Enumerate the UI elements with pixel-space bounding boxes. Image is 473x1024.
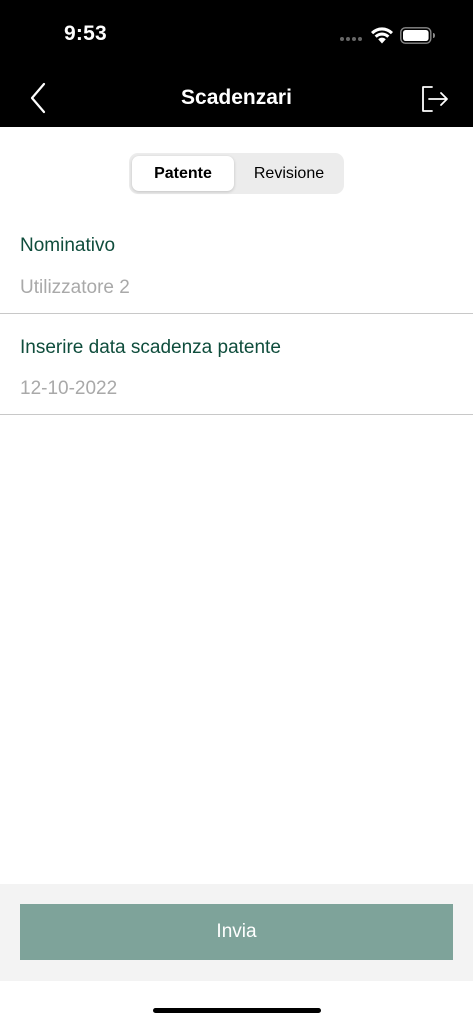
date-field-label: Inserire data scadenza patente xyxy=(20,337,281,358)
battery-icon xyxy=(400,27,435,44)
status-time: 9:53 xyxy=(64,22,107,45)
logout-icon xyxy=(422,86,448,112)
segmented-control: Patente Revisione xyxy=(129,153,344,194)
name-field-label: Nominativo xyxy=(20,235,116,256)
wifi-icon xyxy=(371,27,393,44)
segment-revisione[interactable]: Revisione xyxy=(237,156,341,191)
cellular-signal-icon xyxy=(340,37,364,41)
logout-button[interactable] xyxy=(418,82,452,116)
status-bar: 9:53 xyxy=(0,0,473,70)
nav-bar: Scadenzari xyxy=(0,70,473,127)
divider xyxy=(0,313,473,314)
footer: Invia xyxy=(0,884,473,981)
page-title: Scadenzari xyxy=(181,86,292,109)
home-indicator[interactable] xyxy=(153,1008,321,1013)
divider xyxy=(0,414,473,415)
segment-patente[interactable]: Patente xyxy=(132,156,234,191)
submit-button[interactable]: Invia xyxy=(20,904,453,960)
name-field-input[interactable]: Utilizzatore 2 xyxy=(20,277,130,299)
date-field-input[interactable]: 12-10-2022 xyxy=(20,378,117,400)
